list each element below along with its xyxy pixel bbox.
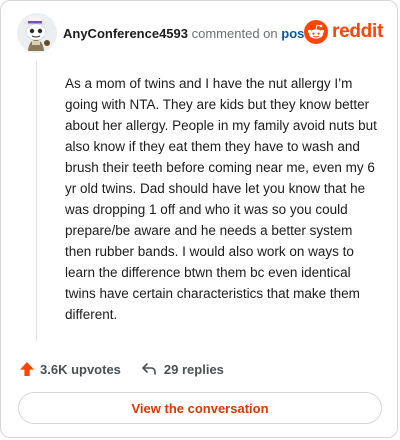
replies-button[interactable]: 29 replies bbox=[141, 361, 224, 377]
avatar[interactable] bbox=[17, 13, 57, 53]
thread-line bbox=[36, 61, 37, 341]
reddit-brand[interactable]: reddit bbox=[304, 19, 383, 45]
reply-count: 29 replies bbox=[163, 361, 224, 377]
snoo-avatar-icon bbox=[17, 13, 57, 53]
comment-body: As a mom of twins and I have the nut all… bbox=[65, 76, 377, 322]
upvote-button[interactable]: 3.6K upvotes bbox=[19, 361, 121, 377]
commented-on-text: commented on bbox=[191, 26, 278, 41]
reddit-logo-icon bbox=[304, 20, 329, 44]
comment-embed-card: AnyConference4593 commented on post redd bbox=[0, 0, 398, 438]
upvote-arrow-icon bbox=[19, 361, 35, 377]
view-conversation-button[interactable]: View the conversation bbox=[18, 392, 382, 424]
upvote-count: 3.6K upvotes bbox=[40, 361, 121, 377]
comment-meta: AnyConference4593 commented on post bbox=[63, 26, 309, 42]
username[interactable]: AnyConference4593 bbox=[63, 26, 188, 41]
comment-header: AnyConference4593 commented on post redd bbox=[17, 13, 383, 53]
reply-arrow-icon bbox=[141, 361, 157, 377]
comment-actions: 3.6K upvotes 29 replies bbox=[19, 359, 224, 379]
reddit-wordmark: reddit bbox=[332, 21, 383, 42]
